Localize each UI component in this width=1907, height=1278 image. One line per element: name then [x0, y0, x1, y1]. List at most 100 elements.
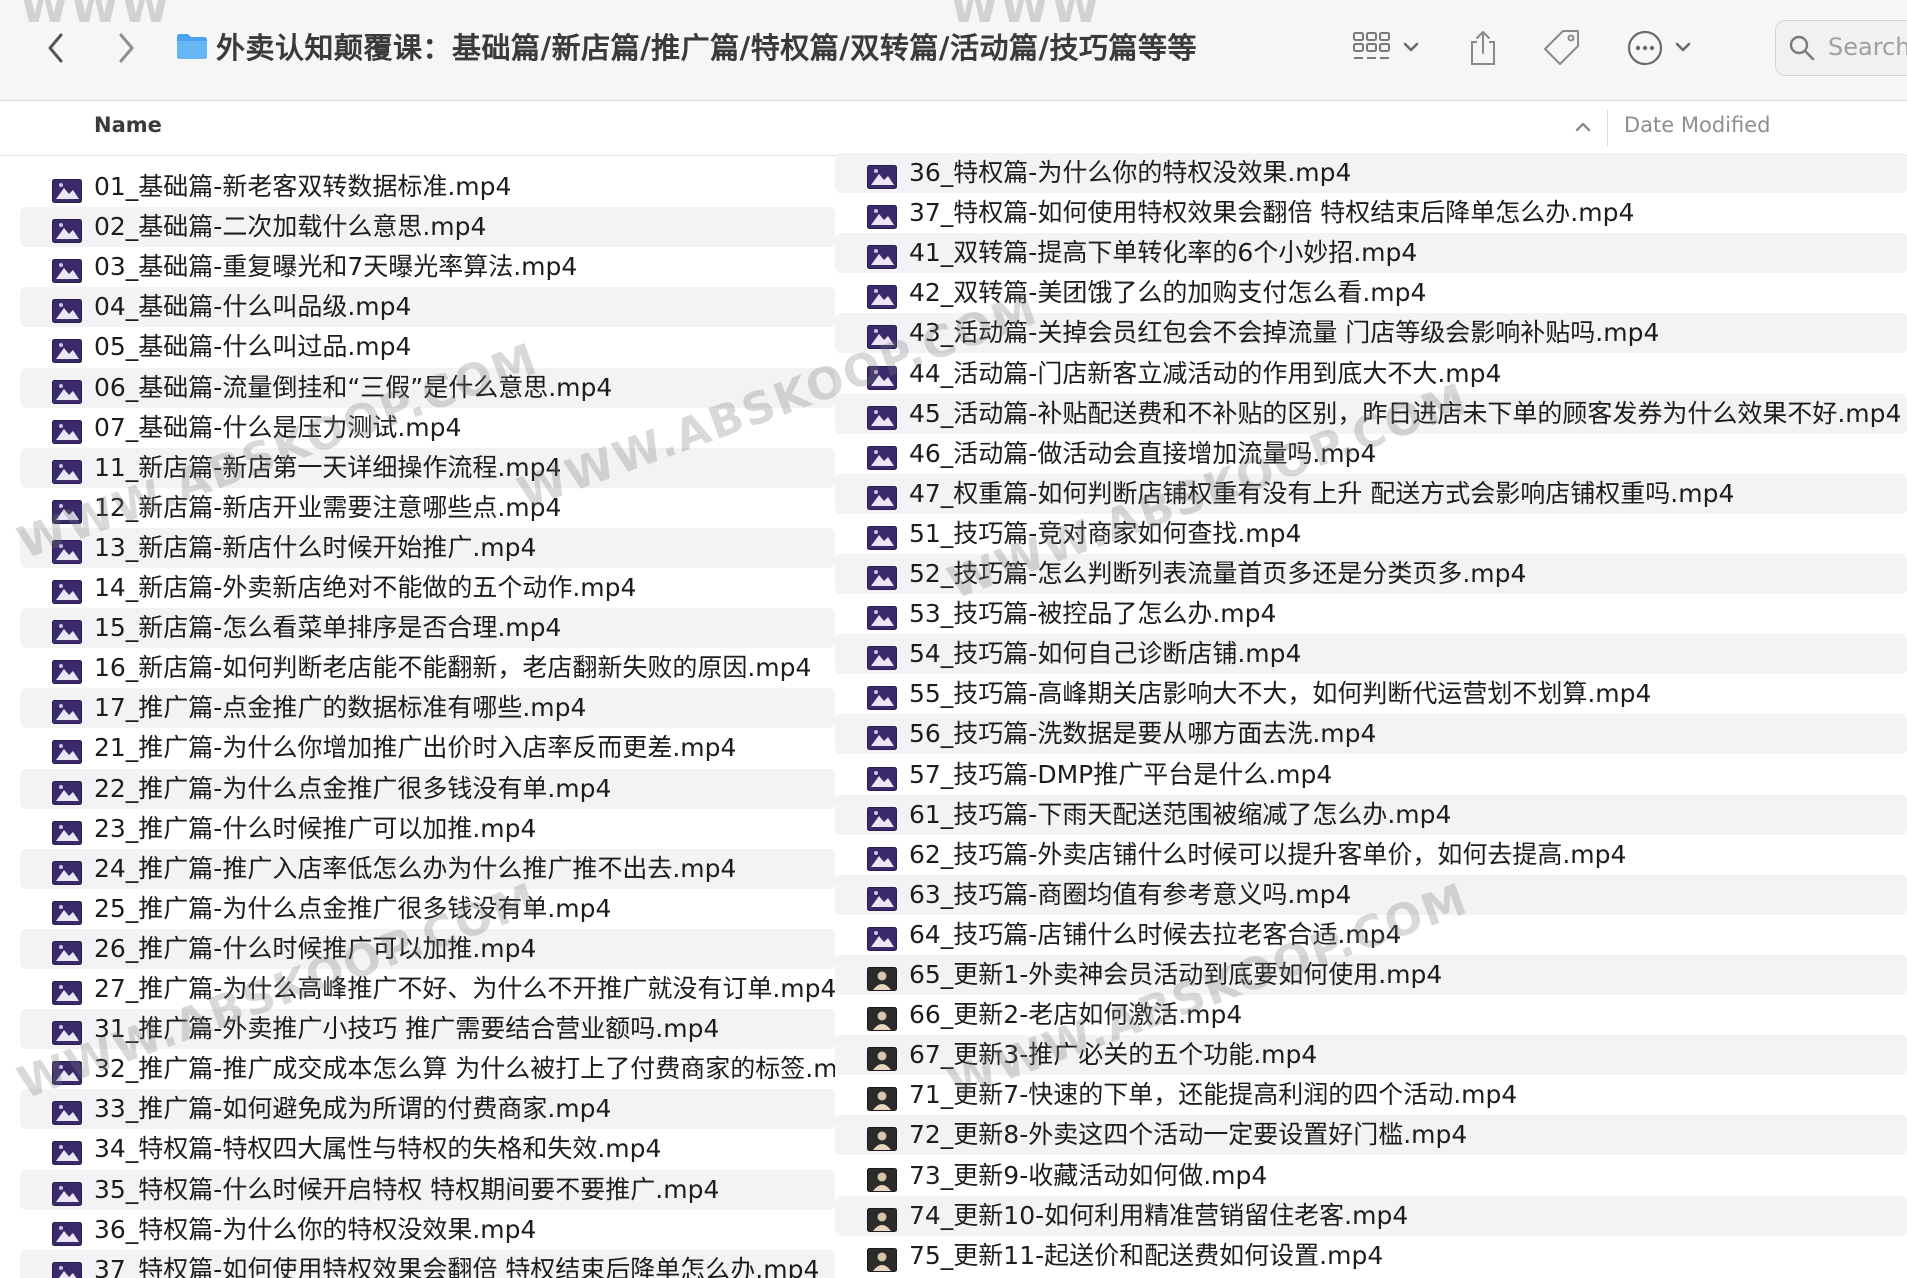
video-file-icon [867, 843, 897, 871]
file-row[interactable]: 16_新店篇-如何判断老店能不能翻新，老店翻新失败的原因.mp4 [20, 648, 835, 688]
video-file-icon [52, 456, 82, 484]
file-row[interactable]: 64_技巧篇-店铺什么时候去拉老客合适.mp4 [835, 915, 1907, 955]
file-name: 02_基础篇-二次加载什么意思.mp4 [94, 212, 487, 242]
file-row[interactable]: 35_特权篇-什么时候开启特权 特权期间要不要推广.mp4 [20, 1169, 835, 1210]
file-row[interactable]: 11_新店篇-新店第一天详细操作流程.mp4 [20, 447, 835, 488]
file-row[interactable]: 15_新店篇-怎么看菜单排序是否合理.mp4 [20, 608, 835, 649]
file-row[interactable]: 14_新店篇-外卖新店绝对不能做的五个动作.mp4 [20, 568, 835, 608]
file-row[interactable]: 44_活动篇-门店新客立减活动的作用到底大不大.mp4 [835, 354, 1907, 394]
file-name: 13_新店篇-新店什么时候开始推广.mp4 [94, 532, 537, 562]
file-row[interactable]: 57_技巧篇-DMP推广平台是什么.mp4 [835, 755, 1907, 795]
file-row[interactable]: 45_活动篇-补贴配送费和不补贴的区别，昨日进店未下单的顾客发券为什么效果不好.… [835, 393, 1907, 434]
file-row[interactable]: 67_更新3-推广必关的五个功能.mp4 [835, 1035, 1907, 1076]
video-file-icon [867, 241, 897, 270]
video-file-icon [867, 562, 897, 590]
file-row[interactable]: 54_技巧篇-如何自己诊断店铺.mp4 [835, 634, 1907, 675]
file-name: 34_特权篇-特权四大属性与特权的失格和失效.mp4 [94, 1134, 662, 1164]
file-row[interactable]: 73_更新9-收藏活动如何做.mp4 [835, 1156, 1907, 1196]
file-name: 12_新店篇-新店开业需要注意哪些点.mp4 [94, 492, 562, 522]
file-row[interactable]: 36_特权篇-为什么你的特权没效果.mp4 [20, 1210, 835, 1250]
file-name: 63_技巧篇-商圈均值有参考意义吗.mp4 [909, 879, 1352, 909]
file-row[interactable]: 27_推广篇-为什么高峰推广不好、为什么不开推广就没有订单.mp4 [20, 969, 835, 1009]
file-row[interactable]: 26_推广篇-什么时候推广可以加推.mp4 [20, 928, 835, 969]
video-file-icon [52, 977, 82, 1005]
file-row[interactable]: 04_基础篇-什么叫品级.mp4 [20, 287, 835, 328]
file-name: 72_更新8-外卖这四个活动一定要设置好门槛.mp4 [909, 1120, 1468, 1150]
video-file-icon [867, 281, 897, 310]
video-file-icon [52, 817, 82, 845]
file-row[interactable]: 02_基础篇-二次加载什么意思.mp4 [20, 207, 835, 248]
file-row[interactable]: 22_推广篇-为什么点金推广很多钱没有单.mp4 [20, 768, 835, 809]
file-row[interactable]: 46_活动篇-做活动会直接增加流量吗.mp4 [835, 434, 1907, 474]
file-name: 07_基础篇-什么是压力测试.mp4 [94, 412, 462, 442]
video-file-icon [52, 1017, 82, 1046]
file-row[interactable]: 65_更新1-外卖神会员活动到底要如何使用.mp4 [835, 955, 1907, 995]
file-row[interactable]: 37_特权篇-如何使用特权效果会翻倍 特权结束后降单怎么办.mp4 [835, 193, 1907, 233]
file-row[interactable]: 03_基础篇-重复曝光和7天曝光率算法.mp4 [20, 247, 835, 287]
file-row[interactable]: 55_技巧篇-高峰期关店影响大不大，如何判断代运营划不划算.mp4 [835, 674, 1907, 714]
file-row[interactable]: 21_推广篇-为什么你增加推广出价时入店率反而更差.mp4 [20, 728, 835, 768]
video-file-icon [52, 1137, 82, 1166]
file-name: 62_技巧篇-外卖店铺什么时候可以提升客单价，如何去提高.mp4 [909, 839, 1627, 869]
file-row[interactable]: 05_基础篇-什么叫过品.mp4 [20, 327, 835, 367]
file-name: 37_特权篇-如何使用特权效果会翻倍 特权结束后降单怎么办.mp4 [909, 198, 1635, 228]
file-name: 66_更新2-老店如何激活.mp4 [909, 1000, 1243, 1030]
file-name: 55_技巧篇-高峰期关店影响大不大，如何判断代运营划不划算.mp4 [909, 679, 1652, 709]
file-row[interactable]: 36_特权篇-为什么你的特权没效果.mp4 [835, 153, 1907, 193]
file-row[interactable]: 34_特权篇-特权四大属性与特权的失格和失效.mp4 [20, 1129, 835, 1169]
file-row[interactable]: 71_更新7-快速的下单，还能提高利润的四个活动.mp4 [835, 1075, 1907, 1115]
video-thumbnail-icon [867, 1083, 897, 1112]
file-row[interactable]: 63_技巧篇-商圈均值有参考意义吗.mp4 [835, 874, 1907, 915]
file-row[interactable]: 51_技巧篇-竞对商家如何查找.mp4 [835, 514, 1907, 554]
file-row[interactable]: 07_基础篇-什么是压力测试.mp4 [20, 408, 835, 448]
video-file-icon [52, 696, 82, 725]
file-row[interactable]: 41_双转篇-提高下单转化率的6个小妙招.mp4 [835, 233, 1907, 274]
video-file-icon [52, 536, 82, 564]
file-row[interactable]: 25_推广篇-为什么点金推广很多钱没有单.mp4 [20, 889, 835, 929]
video-file-icon [52, 175, 82, 203]
file-row[interactable]: 37_特权篇-如何使用特权效果会翻倍 特权结束后降单怎么办.mp4 [20, 1249, 835, 1278]
file-row[interactable]: 56_技巧篇-洗数据是要从哪方面去洗.mp4 [835, 714, 1907, 755]
video-thumbnail-icon [867, 1123, 897, 1152]
file-row[interactable]: 72_更新8-外卖这四个活动一定要设置好门槛.mp4 [835, 1115, 1907, 1156]
video-file-icon [867, 402, 897, 430]
video-file-icon [52, 496, 82, 524]
video-file-icon [52, 1097, 82, 1126]
file-row[interactable]: 24_推广篇-推广入店率低怎么办为什么推广推不出去.mp4 [20, 848, 835, 889]
file-row[interactable]: 47_权重篇-如何判断店铺权重有没有上升 配送方式会影响店铺权重吗.mp4 [835, 473, 1907, 514]
file-row[interactable]: 61_技巧篇-下雨天配送范围被缩减了怎么办.mp4 [835, 794, 1907, 835]
file-name: 67_更新3-推广必关的五个功能.mp4 [909, 1040, 1318, 1070]
file-row[interactable]: 31_推广篇-外卖推广小技巧 推广需要结合营业额吗.mp4 [20, 1009, 835, 1050]
video-file-icon [52, 1218, 82, 1246]
file-row[interactable]: 32_推广篇-推广成交成本怎么算 为什么被打上了付费商家的标签.mp4 [20, 1049, 835, 1089]
file-row[interactable]: 74_更新10-如何利用精准营销留住老客.mp4 [835, 1195, 1907, 1236]
video-thumbnail-icon [867, 963, 897, 991]
file-row[interactable]: 17_推广篇-点金推广的数据标准有哪些.mp4 [20, 688, 835, 729]
file-row[interactable]: 01_基础篇-新老客双转数据标准.mp4 [20, 167, 835, 207]
file-row[interactable]: 23_推广篇-什么时候推广可以加推.mp4 [20, 809, 835, 849]
file-row[interactable]: 75_更新11-起送价和配送费如何设置.mp4 [835, 1236, 1907, 1276]
video-file-icon [867, 201, 897, 230]
file-row[interactable]: 33_推广篇-如何避免成为所谓的付费商家.mp4 [20, 1089, 835, 1130]
video-file-icon [52, 1057, 82, 1086]
file-row[interactable]: 06_基础篇-流量倒挂和“三假”是什么意思.mp4 [20, 367, 835, 408]
file-row[interactable]: 42_双转篇-美团饿了么的加购支付怎么看.mp4 [835, 273, 1907, 313]
file-row[interactable]: 52_技巧篇-怎么判断列表流量首页多还是分类页多.mp4 [835, 554, 1907, 594]
video-file-icon [52, 656, 82, 685]
file-name: 36_特权篇-为什么你的特权没效果.mp4 [909, 158, 1352, 187]
file-name: 47_权重篇-如何判断店铺权重有没有上升 配送方式会影响店铺权重吗.mp4 [909, 478, 1735, 508]
file-row[interactable]: 66_更新2-老店如何激活.mp4 [835, 995, 1907, 1035]
file-name: 57_技巧篇-DMP推广平台是什么.mp4 [909, 759, 1333, 789]
video-file-icon [867, 923, 897, 951]
file-row[interactable]: 13_新店篇-新店什么时候开始推广.mp4 [20, 527, 835, 568]
file-row[interactable]: 62_技巧篇-外卖店铺什么时候可以提升客单价，如何去提高.mp4 [835, 835, 1907, 875]
file-row[interactable]: 43_活动篇-关掉会员红包会不会掉流量 门店等级会影响补贴吗.mp4 [835, 313, 1907, 354]
video-file-icon [867, 883, 897, 911]
file-name: 27_推广篇-为什么高峰推广不好、为什么不开推广就没有订单.mp4 [94, 974, 835, 1003]
file-name: 22_推广篇-为什么点金推广很多钱没有单.mp4 [94, 773, 612, 803]
video-file-icon [52, 255, 82, 284]
file-row[interactable]: 12_新店篇-新店开业需要注意哪些点.mp4 [20, 488, 835, 528]
video-thumbnail-icon [867, 1003, 897, 1032]
file-row[interactable]: 53_技巧篇-被控品了怎么办.mp4 [835, 594, 1907, 634]
video-thumbnail-icon [867, 1043, 897, 1072]
